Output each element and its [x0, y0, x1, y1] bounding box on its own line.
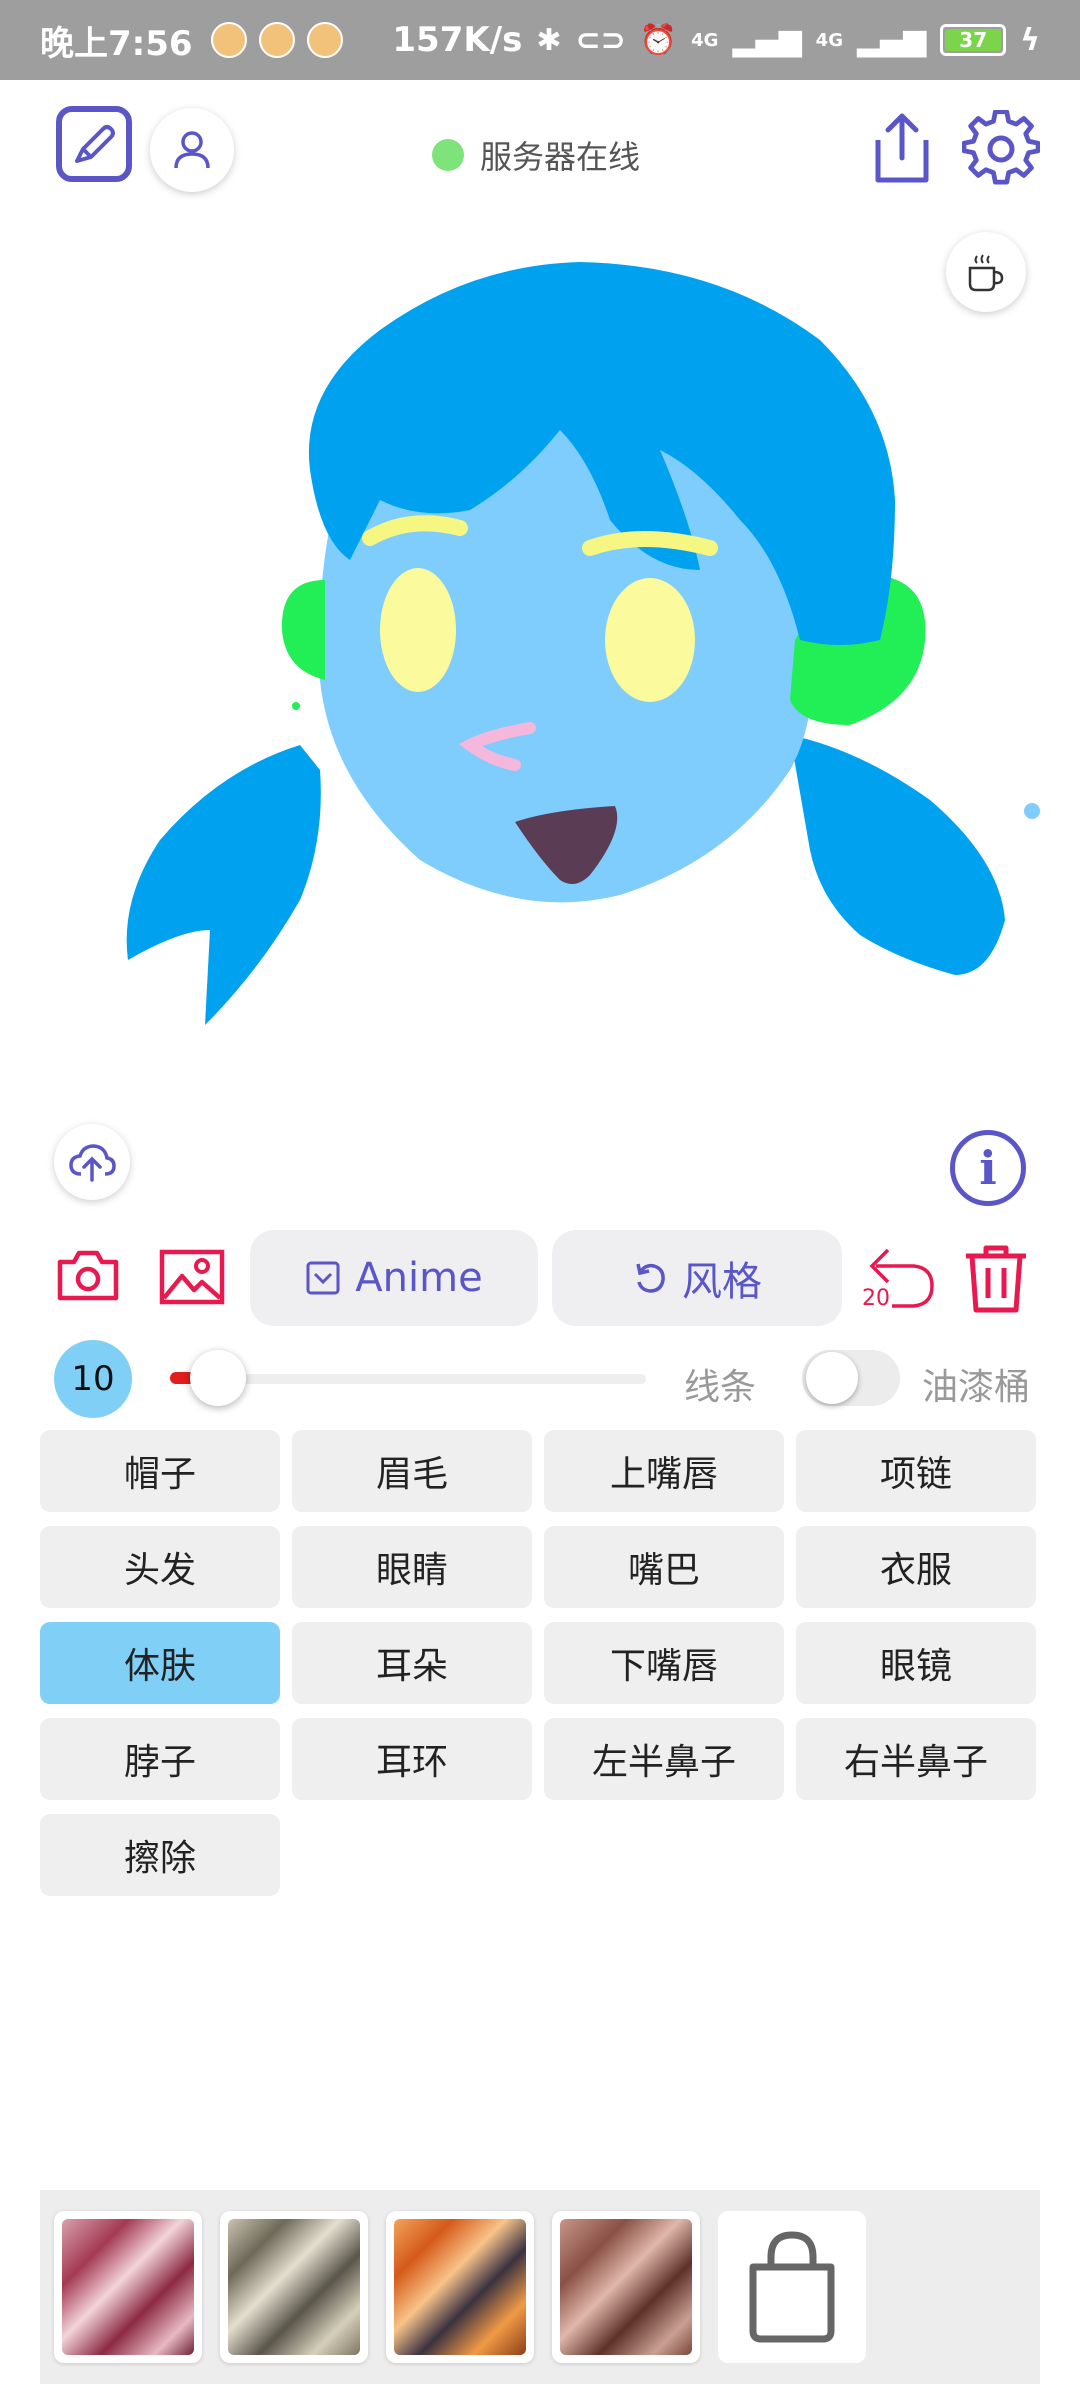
- texture-preview: [394, 2219, 526, 2355]
- network-speed: 157K/s: [392, 20, 523, 60]
- gear-icon: [962, 110, 1040, 185]
- part-button[interactable]: 衣服: [796, 1526, 1036, 1608]
- part-button[interactable]: 头发: [40, 1526, 280, 1608]
- part-button[interactable]: 眼镜: [796, 1622, 1036, 1704]
- settings-button[interactable]: [962, 110, 1040, 188]
- shopping-bag-icon: [749, 2231, 835, 2343]
- part-button[interactable]: 脖子: [40, 1718, 280, 1800]
- status-time: 晚上7:56: [40, 23, 193, 64]
- part-button[interactable]: 嘴巴: [544, 1526, 784, 1608]
- share-button[interactable]: [868, 110, 936, 186]
- style-button[interactable]: 风格: [552, 1230, 842, 1326]
- part-button[interactable]: 左半鼻子: [544, 1718, 784, 1800]
- info-icon: i: [979, 1141, 997, 1195]
- drawing-artwork: [126, 262, 1040, 1025]
- part-button[interactable]: 眉毛: [292, 1430, 532, 1512]
- part-button[interactable]: 下嘴唇: [544, 1622, 784, 1704]
- texture-preview: [228, 2219, 360, 2355]
- paint-bucket-label: 油漆桶: [922, 1367, 1031, 1408]
- rotate-icon: [636, 1263, 665, 1293]
- battery-level: 37: [945, 29, 1002, 51]
- drawing-canvas[interactable]: [0, 220, 1080, 1100]
- part-button[interactable]: 上嘴唇: [544, 1430, 784, 1512]
- user-icon: [174, 131, 210, 169]
- signal-icon: ▂▄▆: [856, 22, 927, 58]
- texture-swatch[interactable]: [552, 2211, 700, 2363]
- gallery-button[interactable]: [158, 1248, 226, 1306]
- brush-size-badge: 10: [54, 1340, 132, 1418]
- notification-icon: [306, 22, 343, 58]
- paint-bucket-toggle[interactable]: [802, 1350, 900, 1406]
- part-button[interactable]: 体肤: [40, 1622, 280, 1704]
- camera-button[interactable]: [56, 1246, 120, 1304]
- texture-swatch[interactable]: [386, 2211, 534, 2363]
- texture-preview: [560, 2219, 692, 2355]
- upload-button[interactable]: [54, 1124, 130, 1200]
- signal-icon: ▂▄▆: [732, 22, 802, 58]
- undo-count: 20: [862, 1286, 890, 1311]
- network-type-1: 4G: [691, 29, 719, 51]
- style-label: 风格: [682, 1259, 762, 1305]
- anime-model-selector[interactable]: Anime: [250, 1230, 538, 1326]
- server-status-label: 服务器在线: [480, 138, 641, 176]
- texture-palette: [40, 2190, 1040, 2384]
- part-button[interactable]: 帽子: [40, 1430, 280, 1512]
- texture-preview: [62, 2219, 194, 2355]
- anime-label: Anime: [355, 1255, 483, 1301]
- pen-icon: [75, 125, 115, 163]
- notification-icons: [210, 22, 343, 58]
- texture-swatch[interactable]: [220, 2211, 368, 2363]
- part-button[interactable]: 耳朵: [292, 1622, 532, 1704]
- part-button[interactable]: 耳环: [292, 1718, 532, 1800]
- edit-button[interactable]: [56, 106, 132, 182]
- network-type-2: 4G: [815, 29, 843, 51]
- camera-icon: [57, 1250, 119, 1301]
- notification-icon: [210, 22, 247, 58]
- info-button[interactable]: i: [950, 1130, 1026, 1206]
- bluetooth-icon: ✱: [536, 22, 562, 58]
- server-status: 服务器在线: [432, 132, 640, 178]
- notification-icon: [258, 22, 295, 58]
- cloud-upload-icon: [69, 1144, 116, 1182]
- store-button[interactable]: [718, 2211, 866, 2363]
- part-button[interactable]: 右半鼻子: [796, 1718, 1036, 1800]
- battery-icon: 37: [940, 24, 1007, 56]
- part-button[interactable]: 项链: [796, 1430, 1036, 1512]
- top-bar: 服务器在线: [0, 80, 1080, 220]
- dropdown-box-icon: [306, 1261, 340, 1295]
- line-mode-label: 线条: [684, 1367, 757, 1408]
- part-button[interactable]: 眼睛: [292, 1526, 532, 1608]
- online-dot-icon: [432, 139, 464, 171]
- image-icon: [159, 1249, 225, 1305]
- user-button[interactable]: [150, 108, 234, 192]
- part-selector-grid: 帽子 眉毛 上嘴唇 项链头发 眼睛 嘴巴 衣服体肤 耳朵 下嘴唇 眼镜脖子 耳环 左半鼻子 右半鼻子擦除: [40, 1430, 1040, 1896]
- part-button[interactable]: 擦除: [40, 1814, 280, 1896]
- toggle-knob: [806, 1352, 858, 1404]
- alarm-icon: ⏰: [639, 22, 678, 58]
- status-bar: 晚上7:56 157K/s ✱ ⊂⊃ ⏰ 4G ▂▄▆ 4G ▂▄▆ 37 ϟ: [0, 0, 1080, 80]
- brush-size-slider-thumb[interactable]: [190, 1350, 246, 1406]
- clear-button[interactable]: [962, 1242, 1030, 1314]
- nfc-icon: ⊂⊃: [575, 22, 626, 58]
- share-icon: [875, 113, 929, 183]
- trash-icon: [966, 1245, 1026, 1313]
- charging-icon: ϟ: [1020, 22, 1040, 58]
- texture-swatch[interactable]: [54, 2211, 202, 2363]
